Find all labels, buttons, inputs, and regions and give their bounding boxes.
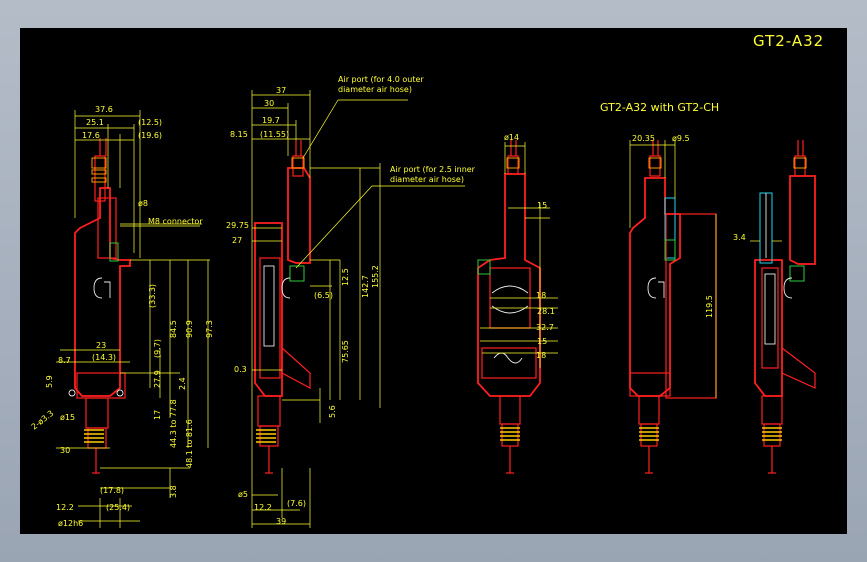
view-1-front: 37.6 25.1 (12.5) 17.6 (19.6) ø8 M8 conne…: [30, 105, 214, 528]
dim-12h6: ø12h6: [58, 519, 83, 528]
dim-15c: 15: [537, 201, 547, 210]
dim-0-3: 0.3: [234, 365, 247, 374]
dim-19-6: (19.6): [138, 131, 162, 140]
dim-81-6: 48.1 to 81.6: [185, 419, 194, 468]
dim-75-65: 75.65: [341, 340, 350, 363]
dim-37-6: 37.6: [95, 105, 113, 114]
dim-6-5: (6.5): [314, 291, 333, 300]
dim-142-7: 142.7: [361, 275, 370, 298]
dim-30b: 30: [264, 99, 274, 108]
dim-28-1: 28.1: [537, 307, 555, 316]
note-connector: M8 connector: [148, 217, 203, 226]
dim-33-3: (33.3): [148, 284, 157, 308]
dim-5-6: 5.6: [328, 405, 337, 418]
dim-7-6: (7.6): [287, 499, 306, 508]
view-subtitle: GT2-A32 with GT2-CH: [600, 101, 719, 114]
dim-3-8: 3.8: [169, 485, 178, 498]
dim-12-2: 12.2: [56, 503, 74, 512]
dim-15d: 15: [537, 337, 547, 346]
dim-25-1: 25.1: [86, 118, 104, 127]
view-5: 3.4: [733, 140, 816, 474]
note-air-inner-2: diameter air hose): [390, 175, 464, 184]
dim-84-5: 84.5: [169, 320, 178, 338]
drawing-viewport[interactable]: GT2-A32 GT2-A32 with GT2-CH 37.6 25.1 (1…: [20, 28, 847, 534]
note-air-inner-1: Air port (for 2.5 inner: [390, 165, 476, 174]
dim-11-55: (11.55): [260, 130, 289, 139]
dim-30: 30: [60, 446, 70, 455]
dim-17: 17: [153, 410, 162, 420]
dim-9-5: ø9.5: [672, 134, 690, 143]
dim-97-3: 97.3: [205, 320, 214, 338]
view-2-side: 37 30 19.7 8.15 (11.55) Air port (for 4.…: [226, 75, 476, 528]
dim-29-75: 29.75: [226, 221, 249, 230]
dim-5: ø5: [238, 490, 248, 499]
dim-25-4: (25.4): [106, 503, 130, 512]
dim-5-9: 5.9: [45, 375, 54, 388]
dim-2-holes: 2-ø3.3: [30, 409, 56, 432]
dim-9-7: (9.7): [153, 339, 162, 358]
dim-18a: 18: [536, 291, 546, 300]
dim-19-7: 19.7: [262, 116, 280, 125]
dim-2-4: 2.4: [178, 377, 187, 390]
dim-17-8: (17.8): [100, 486, 124, 495]
dim-23: 23: [96, 341, 106, 350]
dim-119-5: 119.5: [705, 295, 714, 318]
dim-27-9: 27.9: [153, 370, 162, 388]
dim-17-6: 17.6: [82, 131, 100, 140]
dim-90-9: 90.9: [185, 320, 194, 338]
dim-12-5b: 12.5: [341, 268, 350, 286]
view-4: 20.35 ø9.5 119.5: [629, 134, 717, 474]
dim-12-5: (12.5): [138, 118, 162, 127]
dim-8: ø8: [138, 199, 148, 208]
note-air-outer-1: Air port (for 4.0 outer: [338, 75, 424, 84]
dim-12-2b: 12.2: [254, 503, 272, 512]
dim-155-2: 155.2: [371, 265, 380, 288]
drawing-title: GT2-A32: [753, 32, 824, 50]
dim-39: 39: [276, 517, 286, 526]
dim-20-35: 20.35: [632, 134, 655, 143]
dim-3-4: 3.4: [733, 233, 746, 242]
dim-77-8: 44.3 to 77.8: [169, 399, 178, 448]
dim-14-3: (14.3): [92, 353, 116, 362]
dim-37: 37: [276, 86, 286, 95]
view-3: ø14 15 18 28.1 32.7 15 18: [477, 133, 558, 474]
note-air-outer-2: diameter air hose): [338, 85, 412, 94]
dim-27: 27: [232, 236, 242, 245]
dim-18b: 18: [536, 351, 546, 360]
technical-drawing: GT2-A32 GT2-A32 with GT2-CH 37.6 25.1 (1…: [30, 32, 824, 528]
dim-8-7: 8.7: [58, 356, 71, 365]
dim-15: ø15: [60, 413, 75, 422]
dim-32-7: 32.7: [536, 323, 554, 332]
cad-window-frame: GT2-A32 GT2-A32 with GT2-CH 37.6 25.1 (1…: [0, 0, 867, 562]
dim-8-15: 8.15: [230, 130, 248, 139]
dim-14: ø14: [504, 133, 519, 142]
